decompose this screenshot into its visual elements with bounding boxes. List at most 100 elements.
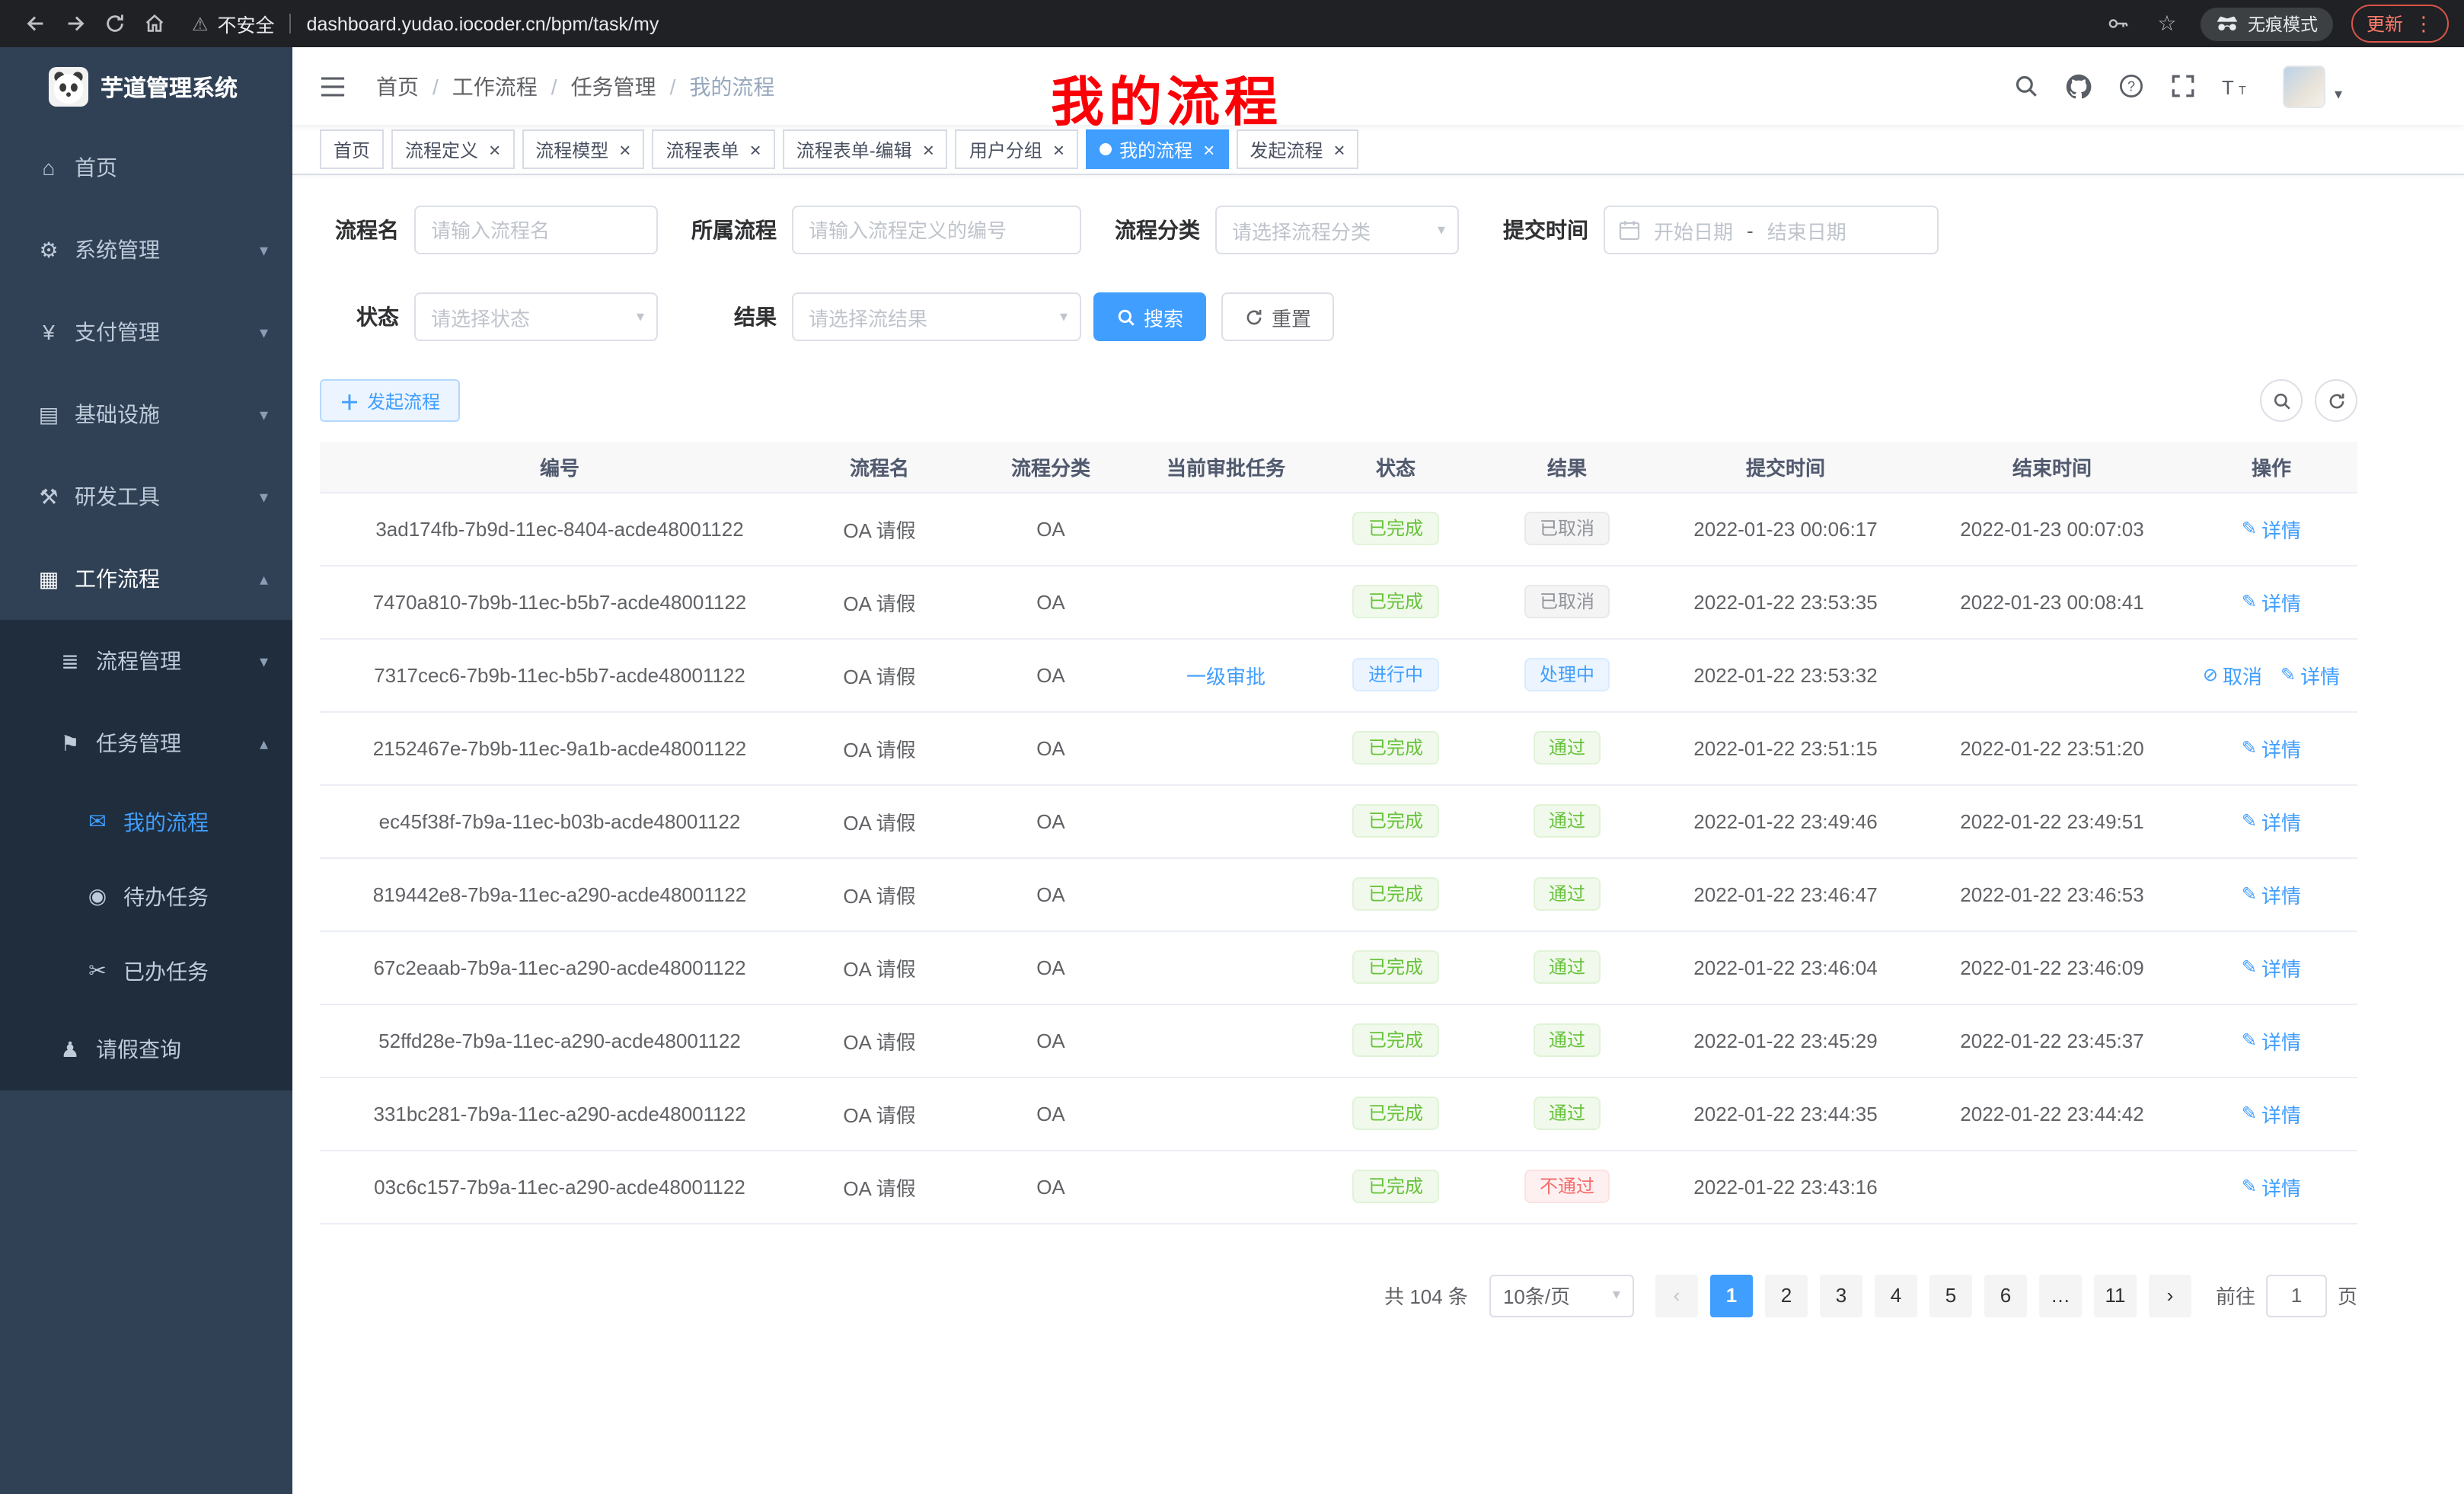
page-size-select[interactable]: 10条/页 ▾: [1489, 1274, 1634, 1317]
sidebar-item-my-process[interactable]: ✉我的流程: [0, 784, 292, 859]
page-button-1[interactable]: 1: [1710, 1274, 1753, 1317]
reset-button[interactable]: 重置: [1221, 292, 1334, 341]
process-name-input[interactable]: [414, 206, 658, 254]
close-icon[interactable]: ×: [750, 139, 761, 159]
cell-status: 已完成: [1310, 1150, 1482, 1223]
sidebar-item-done-task[interactable]: ✂已办任务: [0, 934, 292, 1008]
row-detail-link[interactable]: ✎详情: [2242, 1099, 2301, 1128]
cell-category: OA: [959, 711, 1142, 784]
sidebar-item-devtools[interactable]: ⚒研发工具▾: [0, 455, 292, 538]
app-logo-row[interactable]: 芋道管理系统: [0, 47, 292, 126]
sidebar-item-todo-task[interactable]: ◉待办任务: [0, 859, 292, 934]
browser-update-button[interactable]: 更新 ⋮: [2351, 5, 2449, 43]
cell-current-task: [1142, 857, 1310, 931]
search-icon[interactable]: [2013, 73, 2039, 99]
row-detail-link[interactable]: ✎详情: [2242, 806, 2301, 835]
tab-process-form-edit[interactable]: 流程表单-编辑×: [783, 129, 948, 169]
close-icon[interactable]: ×: [1053, 139, 1064, 159]
breadcrumb-item[interactable]: 工作流程: [452, 71, 538, 101]
page-button-6[interactable]: 6: [1984, 1274, 2027, 1317]
cell-result: 通过: [1482, 784, 1652, 857]
status-badge: 已完成: [1353, 1097, 1438, 1130]
row-cancel-link[interactable]: ⊘取消: [2203, 660, 2262, 689]
process-key-input[interactable]: [792, 206, 1081, 254]
search-button[interactable]: 搜索: [1093, 292, 1206, 341]
cell-status: 已完成: [1310, 931, 1482, 1004]
fullscreen-icon[interactable]: [2170, 73, 2196, 99]
home-icon[interactable]: [134, 4, 174, 43]
tab-process-definition[interactable]: 流程定义 ×: [391, 129, 514, 169]
table-row: 7317cec6-7b9b-11ec-b5b7-acde48001122OA 请…: [320, 638, 2357, 711]
key-icon[interactable]: [2103, 12, 2134, 35]
tab-start-process[interactable]: 发起流程×: [1236, 129, 1358, 169]
browser-menu-icon[interactable]: ⋮: [2414, 11, 2434, 36]
reload-icon[interactable]: [94, 4, 134, 43]
pagination-ellipsis: …: [2039, 1274, 2082, 1317]
row-detail-link[interactable]: ✎详情: [2242, 1172, 2301, 1201]
sidebar-item-payment[interactable]: ¥支付管理▾: [0, 291, 292, 373]
row-detail-link[interactable]: ✎详情: [2242, 1026, 2301, 1055]
address-bar[interactable]: ⚠ 不安全 dashboard.yudao.iocoder.cn/bpm/tas…: [192, 9, 2103, 38]
font-size-icon[interactable]: TT: [2222, 74, 2251, 98]
close-icon[interactable]: ×: [619, 139, 630, 159]
table-row: 52ffd28e-7b9a-11ec-a290-acde48001122OA 请…: [320, 1004, 2357, 1077]
close-icon[interactable]: ×: [1203, 139, 1214, 159]
row-detail-link[interactable]: ✎详情: [2242, 514, 2301, 543]
cell-status: 进行中: [1310, 638, 1482, 711]
page-button-11[interactable]: 11: [2094, 1274, 2137, 1317]
next-page-button[interactable]: ›: [2149, 1274, 2191, 1317]
tab-label: 流程定义: [405, 136, 478, 162]
close-icon[interactable]: ×: [489, 139, 500, 159]
cell-id: 67c2eaab-7b9a-11ec-a290-acde48001122: [320, 931, 800, 1004]
current-task-link[interactable]: 一级审批: [1186, 660, 1266, 689]
category-select[interactable]: 请选择流程分类 ▾: [1215, 206, 1459, 254]
page-button-4[interactable]: 4: [1875, 1274, 1917, 1317]
page-button-5[interactable]: 5: [1929, 1274, 1972, 1317]
gear-icon: ⚙: [37, 237, 61, 263]
tab-my-process[interactable]: 我的流程×: [1086, 129, 1228, 169]
cell-actions: ✎详情: [2185, 784, 2357, 857]
tab-user-group[interactable]: 用户分组×: [956, 129, 1078, 169]
breadcrumb-item[interactable]: 任务管理: [571, 71, 656, 101]
sidebar-item-label: 系统管理: [75, 235, 160, 265]
goto-page-input[interactable]: [2266, 1274, 2327, 1317]
row-detail-link[interactable]: ✎详情: [2242, 879, 2301, 908]
user-avatar[interactable]: ▾: [2283, 65, 2342, 107]
row-detail-link[interactable]: ✎详情: [2242, 733, 2301, 762]
tab-process-form[interactable]: 流程表单×: [652, 129, 774, 169]
close-icon[interactable]: ×: [923, 139, 934, 159]
row-detail-link[interactable]: ✎详情: [2280, 660, 2340, 689]
github-icon[interactable]: [2065, 72, 2092, 100]
sidebar-item-infrastructure[interactable]: ▤基础设施▾: [0, 373, 292, 455]
create-process-button[interactable]: ＋ 发起流程: [320, 379, 460, 422]
page-button-3[interactable]: 3: [1820, 1274, 1862, 1317]
result-select[interactable]: 请选择流结果 ▾: [792, 292, 1081, 341]
tab-process-model[interactable]: 流程模型×: [522, 129, 644, 169]
breadcrumb-item: 我的流程: [689, 71, 774, 101]
help-icon[interactable]: ?: [2118, 73, 2144, 99]
show-search-icon[interactable]: [2260, 379, 2303, 422]
row-detail-link[interactable]: ✎详情: [2242, 587, 2301, 616]
sidebar-item-task-mgmt[interactable]: ⚑任务管理▴: [0, 702, 292, 784]
refresh-table-icon[interactable]: [2315, 379, 2357, 422]
goto-label: 前往: [2216, 1281, 2255, 1310]
breadcrumb-item[interactable]: 首页: [376, 71, 419, 101]
column-header: 提交时间: [1652, 442, 1919, 492]
date-range-picker[interactable]: 开始日期 - 结束日期: [1604, 206, 1939, 254]
bookmark-star-icon[interactable]: ☆: [2152, 11, 2182, 37]
row-detail-link[interactable]: ✎详情: [2242, 953, 2301, 982]
sidebar-item-process-mgmt[interactable]: ≣流程管理▾: [0, 620, 292, 702]
sidebar-item-workflow[interactable]: ▦工作流程▴: [0, 538, 292, 620]
tab-home[interactable]: 首页: [320, 129, 384, 169]
sidebar-item-home[interactable]: ⌂首页: [0, 126, 292, 209]
filter-row-1: 流程名 所属流程 流程分类 请选择流程分类 ▾ 提交时间 开始日期: [320, 206, 2357, 254]
forward-icon[interactable]: [55, 4, 94, 43]
hamburger-icon[interactable]: [320, 75, 346, 97]
back-icon[interactable]: [15, 4, 55, 43]
page-button-2[interactable]: 2: [1765, 1274, 1808, 1317]
prev-page-button[interactable]: ‹: [1655, 1274, 1698, 1317]
sidebar-item-system[interactable]: ⚙系统管理▾: [0, 209, 292, 291]
status-select[interactable]: 请选择状态 ▾: [414, 292, 658, 341]
sidebar-item-leave-query[interactable]: ♟请假查询: [0, 1008, 292, 1090]
close-icon[interactable]: ×: [1333, 139, 1345, 159]
